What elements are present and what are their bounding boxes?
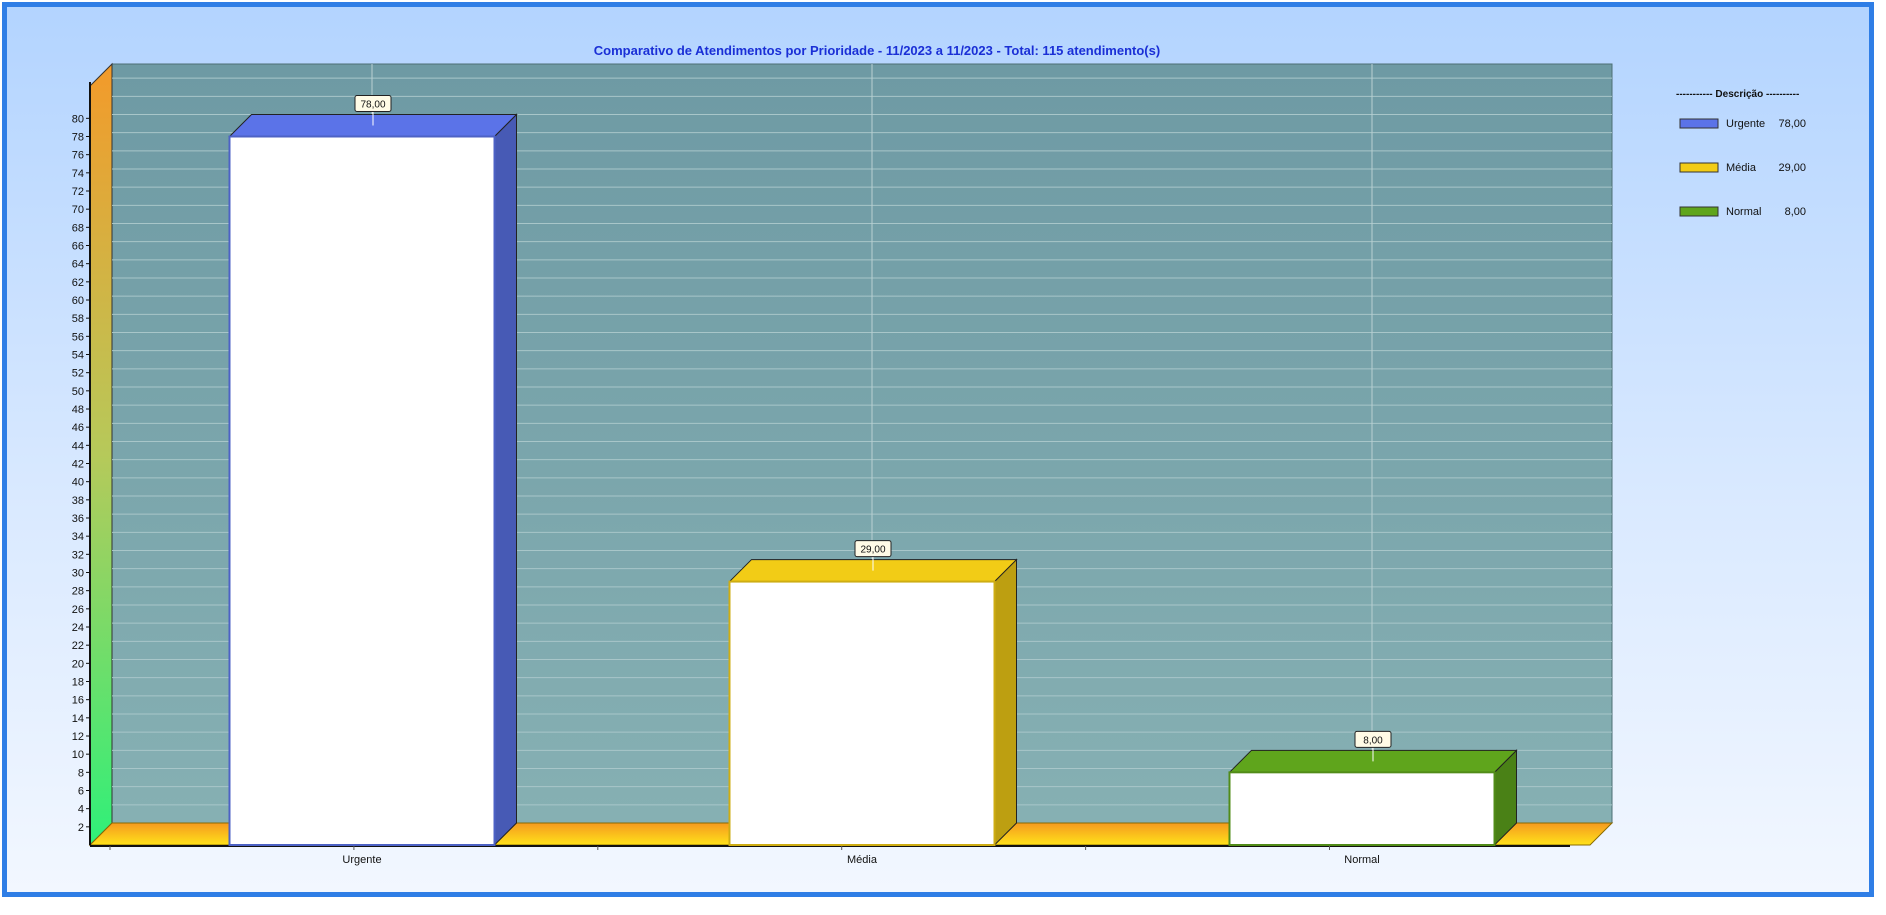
y-tick-label: 62 [72,277,84,289]
y-tick-label: 38 [72,495,84,507]
legend-entry-value: 78,00 [1778,118,1806,130]
bar-side [994,558,1017,847]
y-tick-label: 70 [72,204,84,216]
x-category-label: Média [847,854,878,866]
bar-front [228,135,496,846]
y-tick-label: 72 [72,186,84,198]
y-tick-label: 24 [72,622,84,634]
bar-chart: Comparativo de Atendimentos por Priorida… [72,43,1806,866]
y-tick-label: 12 [72,731,84,743]
y-tick-label: 34 [72,531,84,543]
chart-title: Comparativo de Atendimentos por Priorida… [594,43,1160,58]
y-tick-label: 6 [78,786,84,798]
legend-swatch [1679,162,1719,173]
legend-entry-label: Média [1726,162,1757,174]
legend-entry-value: 29,00 [1778,162,1806,174]
y-tick-label: 18 [72,677,84,689]
y-tick-label: 28 [72,586,84,598]
bar-side [494,113,517,847]
y-tick-label: 78 [72,132,84,144]
y-tick-label: 30 [72,568,84,580]
y-tick-label: 76 [72,150,84,162]
x-category-label: Urgente [342,854,381,866]
y-tick-label: 46 [72,422,84,434]
y-tick-label: 22 [72,640,84,652]
y-tick-label: 32 [72,549,84,561]
legend-swatch [1679,118,1719,129]
y-tick-label: 66 [72,241,84,253]
y-tick-label: 8 [78,767,84,779]
y-tick-label: 42 [72,459,84,471]
y-tick-label: 64 [72,259,84,271]
value-label: 8,00 [1363,735,1383,746]
y-tick-label: 56 [72,331,84,343]
bar-front [728,580,996,846]
value-label: 78,00 [360,100,385,111]
bar-1: 78,00 [228,95,518,847]
y-tick-label: 54 [72,350,84,362]
x-category-label: Normal [1344,854,1379,866]
legend-swatch [1679,206,1719,217]
legend-entry-label: Normal [1726,206,1761,218]
bar-2: 29,00 [728,540,1018,847]
y-tick-label: 10 [72,749,84,761]
y-tick-label: 16 [72,695,84,707]
y-tick-label: 60 [72,295,84,307]
y-tick-label: 74 [72,168,84,180]
y-tick-label: 52 [72,368,84,380]
y-tick-label: 4 [78,804,84,816]
y-tick-label: 44 [72,440,84,452]
y-tick-label: 36 [72,513,84,525]
y-tick-label: 58 [72,313,84,325]
y-tick-label: 26 [72,604,84,616]
legend-title: ----------- Descrição ---------- [1676,89,1799,100]
bar-front [1228,771,1496,846]
y-tick-label: 2 [78,822,84,834]
legend-entry-label: Urgente [1726,118,1765,130]
y-tick-label: 48 [72,404,84,416]
y-tick-label: 68 [72,222,84,234]
plot-side-wall [89,62,113,847]
y-tick-label: 14 [72,713,84,725]
y-tick-label: 40 [72,477,84,489]
legend-entry-value: 8,00 [1785,206,1806,218]
value-label: 29,00 [860,545,885,556]
y-tick-label: 20 [72,658,84,670]
y-tick-label: 50 [72,386,84,398]
y-tick-label: 80 [72,113,84,125]
